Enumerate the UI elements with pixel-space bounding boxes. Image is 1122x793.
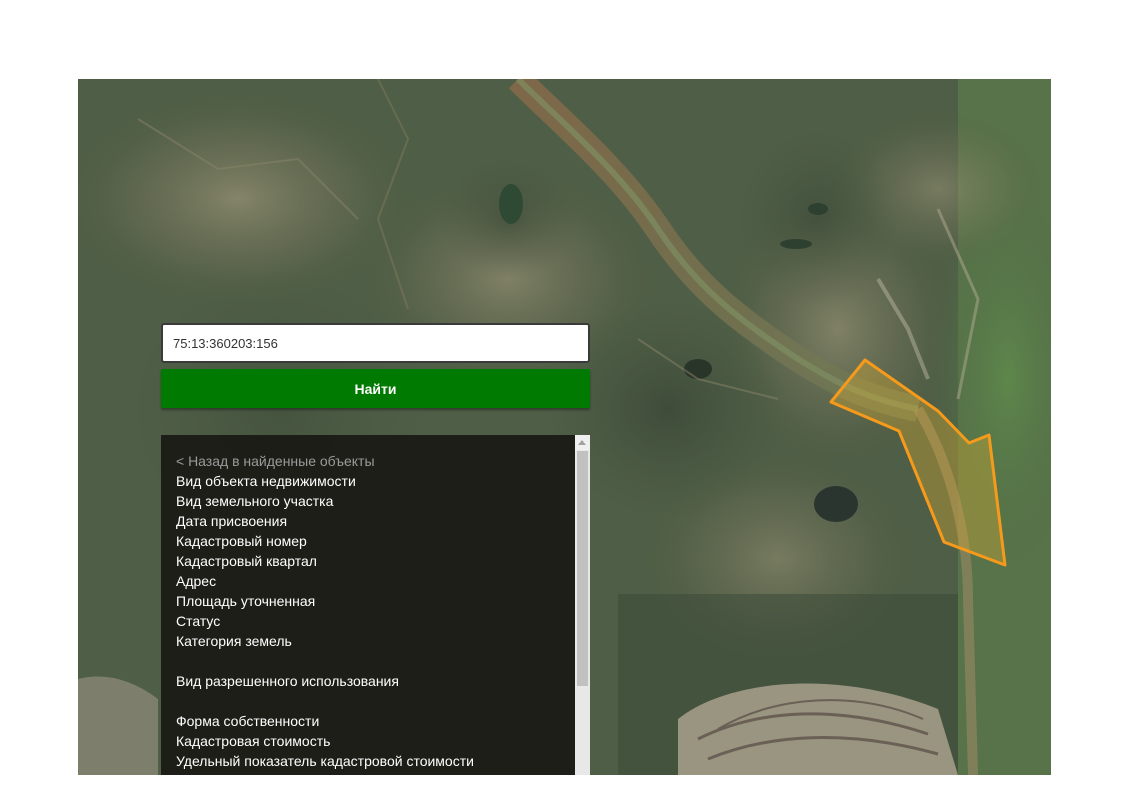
field-land-category: Категория земель xyxy=(176,633,292,649)
info-content: < Назад в найденные объекты Вид объекта … xyxy=(176,451,571,771)
vertical-scrollbar[interactable] xyxy=(575,435,590,775)
field-status: Статус xyxy=(176,613,221,629)
field-assignment-date: Дата присвоения xyxy=(176,513,288,529)
scroll-up-arrow-icon[interactable] xyxy=(575,435,590,450)
field-specific-cadastral-value: Удельный показатель кадастровой стоимост… xyxy=(176,753,474,769)
field-object-type: Вид объекта недвижимости xyxy=(176,473,356,489)
search-button[interactable]: Найти xyxy=(161,369,590,408)
cadastral-number-input[interactable] xyxy=(161,323,590,363)
info-panel[interactable]: < Назад в найденные объекты Вид объекта … xyxy=(161,435,590,775)
field-cadastral-quarter: Кадастровый квартал xyxy=(176,553,317,569)
field-permitted-use: Вид разрешенного использования xyxy=(176,673,399,689)
field-address: Адрес xyxy=(176,573,217,589)
scroll-thumb[interactable] xyxy=(577,451,588,686)
field-cadastral-number: Кадастровый номер xyxy=(176,533,307,549)
field-land-plot-type: Вид земельного участка xyxy=(176,493,334,509)
back-to-results-link[interactable]: < Назад в найденные объекты xyxy=(176,451,571,471)
field-ownership-form: Форма собственности xyxy=(176,713,320,729)
field-area: Площадь уточненная xyxy=(176,593,316,609)
field-cadastral-value: Кадастровая стоимость xyxy=(176,733,331,749)
